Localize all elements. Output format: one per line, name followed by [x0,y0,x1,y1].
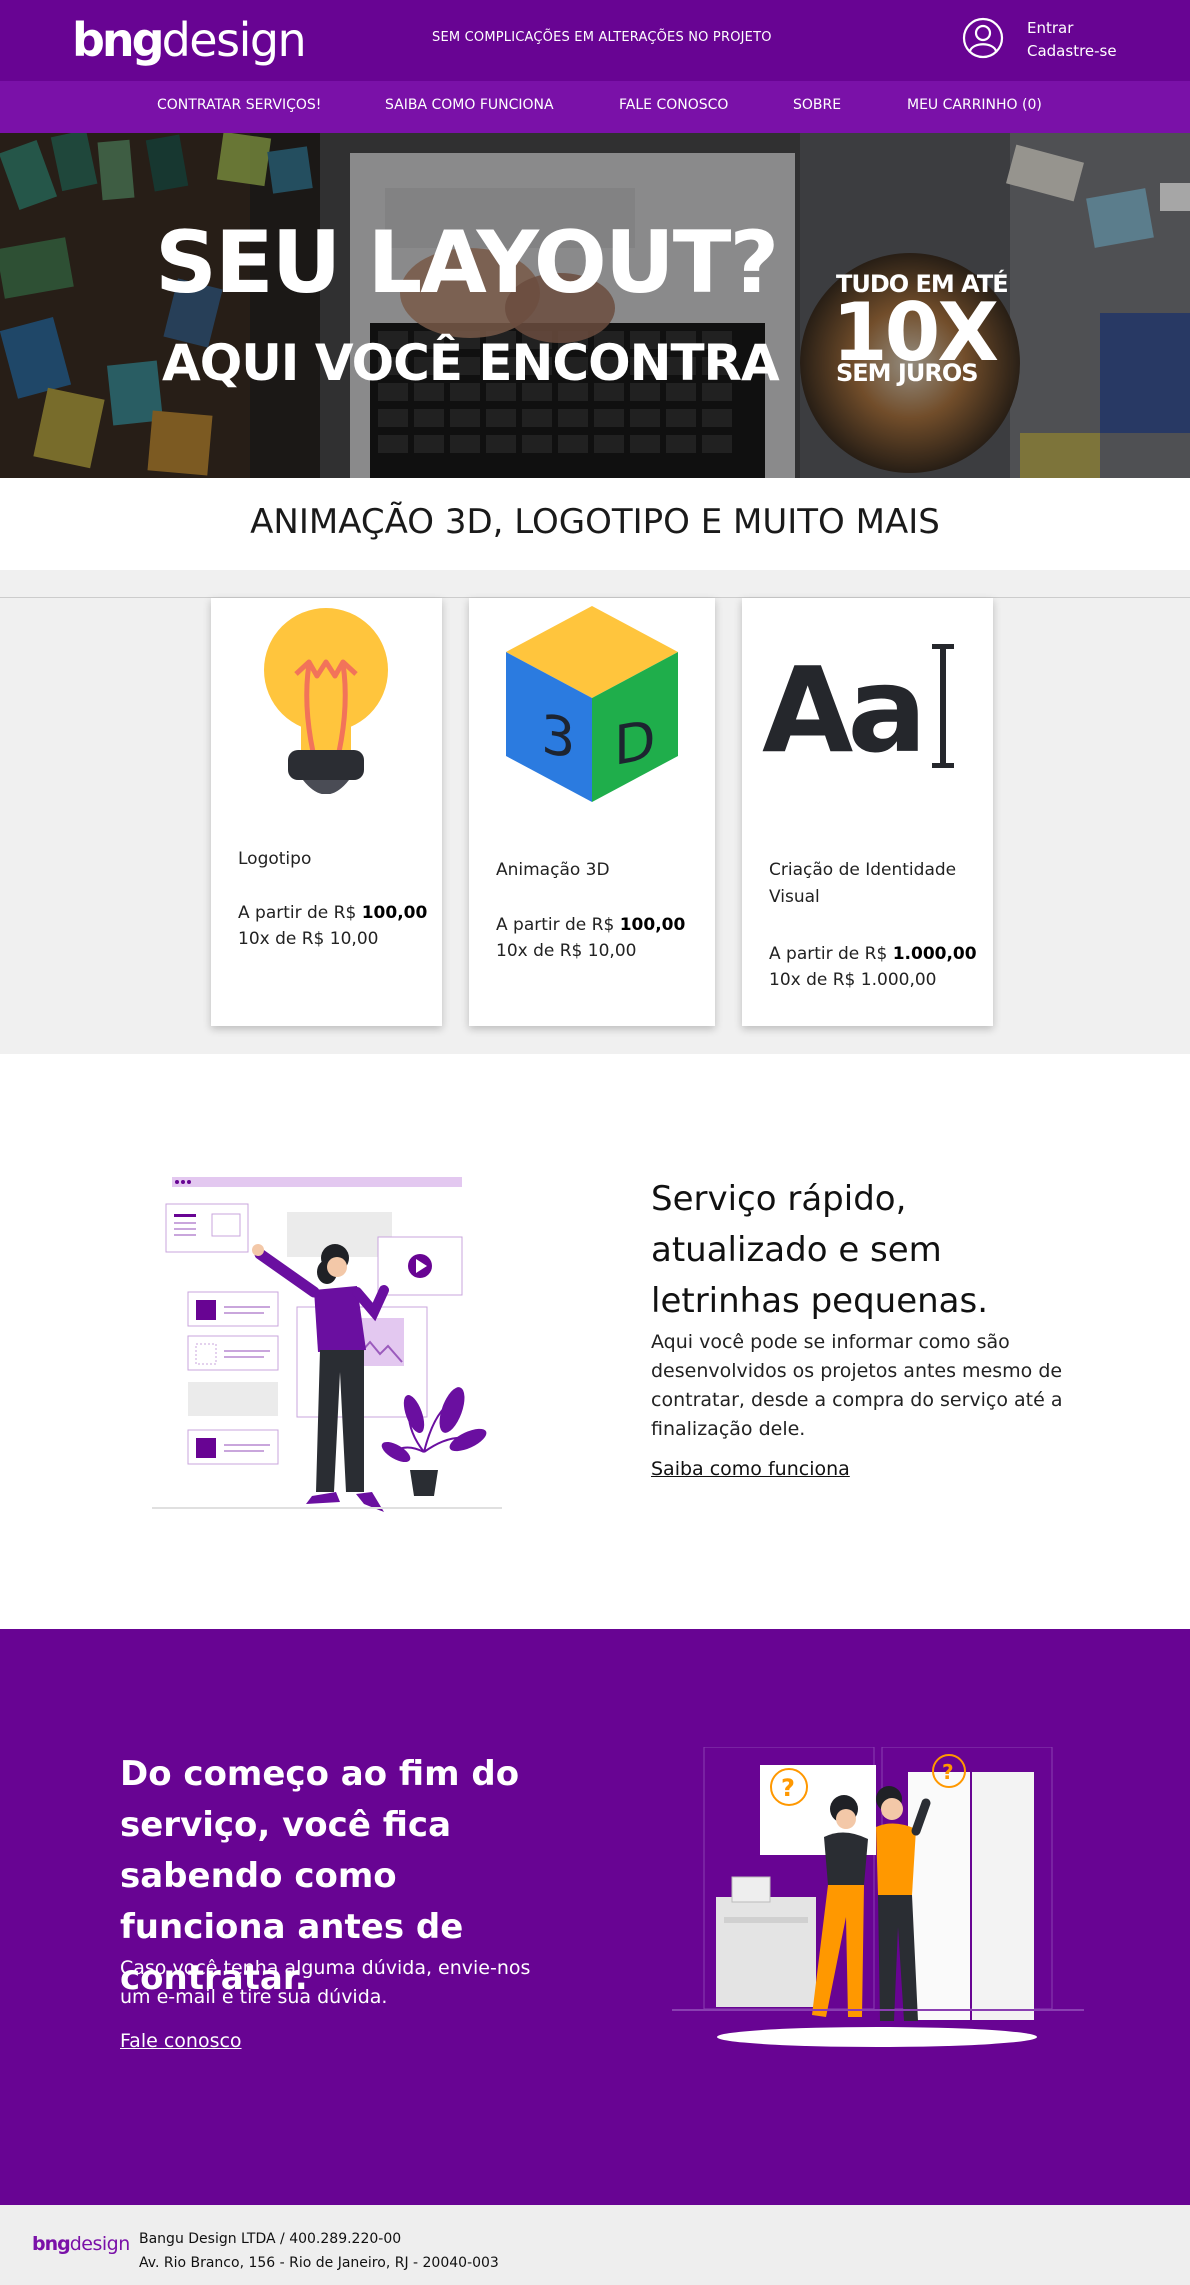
price-prefix: A partir de R$ [769,944,893,964]
logo-light-text: design [161,13,307,67]
brand-logo[interactable]: bngdesign [72,10,307,70]
services-section: Logotipo A partir de R$ 100,00 10x de R$… [0,570,1190,1054]
footer-company-name: Bangu Design LTDA / 400.289.220-00 [139,2231,402,2247]
fale-conosco-link[interactable]: Fale conosco [120,2030,242,2052]
service-title: Logotipo [238,849,312,869]
account-links: Entrar Cadastre-se [1027,17,1117,63]
service-installments: 10x de R$ 1.000,00 [769,970,937,990]
feature-description: Caso você tenha alguma dúvida, envie-nos… [120,1957,531,2008]
feature-section-fast-service: Serviço rápido, atualizado e sem letrinh… [0,1054,1190,1629]
saiba-como-funciona-link[interactable]: Saiba como funciona [651,1458,850,1480]
lightbulb-icon [264,608,388,794]
service-card-identidade-visual[interactable]: Aa Criação de Identidade Visual A partir… [742,598,993,1026]
service-installments: 10x de R$ 10,00 [496,941,637,961]
question-mark-right: ? [942,1760,954,1784]
service-title: Animação 3D [496,860,610,880]
footer-logo[interactable]: bngdesign [32,2233,130,2255]
cube-3d-icon: 3 D [506,606,678,802]
question-mark-left: ? [781,1774,795,1802]
nav-item-contratar-servicos[interactable]: CONTRATAR SERVIÇOS! [157,97,321,113]
promo-bottom-text: SEM JUROS [836,359,979,387]
services-heading: ANIMAÇÃO 3D, LOGOTIPO E MUITO MAIS [250,502,940,542]
top-header: bngdesign SEM COMPLICAÇÕES EM ALTERAÇÕES… [0,0,1190,81]
hero-subheadline: AQUI VOCÊ ENCONTRA [162,334,780,392]
price-value: 100,00 [361,903,428,923]
service-price: A partir de R$ 1.000,00 [769,941,977,967]
service-card-animacao-3d[interactable]: 3 D Animação 3D A partir de R$ 100,00 10… [469,598,715,1026]
price-value: 1.000,00 [892,944,977,964]
services-heading-band: ANIMAÇÃO 3D, LOGOTIPO E MUITO MAIS [0,478,1190,570]
signup-link[interactable]: Cadastre-se [1027,40,1117,63]
typography-icon: Aa [762,641,954,776]
couple-questions-illustration: ? ? [672,1747,1084,2047]
logo-bold-text: bng [72,13,165,67]
feature-title: Serviço rápido, atualizado e sem letrinh… [651,1179,989,1321]
feature-description: Aqui você pode se informar como são dese… [651,1331,1063,1440]
service-title: Criação de Identidade Visual [769,860,957,907]
footer-company-info: Bangu Design LTDA / 400.289.220-00 Av. R… [139,2227,499,2275]
user-account-icon[interactable] [962,17,1004,59]
nav-item-fale-conosco[interactable]: FALE CONOSCO [619,97,728,113]
login-link[interactable]: Entrar [1027,17,1117,40]
price-prefix: A partir de R$ [238,903,362,923]
service-price: A partir de R$ 100,00 [238,900,427,926]
presentation-illustration [152,1177,502,1512]
type-glyph-text: Aa [762,641,921,776]
site-footer: bngdesign Bangu Design LTDA / 400.289.22… [0,2205,1190,2285]
price-value: 100,00 [619,915,686,935]
footer-address: Av. Rio Branco, 156 - Rio de Janeiro, RJ… [139,2255,499,2271]
hero-banner: SEU LAYOUT? AQUI VOCÊ ENCONTRA TUDO EM A… [0,133,1190,478]
footer-logo-bold: bng [32,2233,71,2255]
nav-item-meu-carrinho[interactable]: MEU CARRINHO (0) [907,97,1042,113]
service-installments: 10x de R$ 10,00 [238,929,379,949]
footer-logo-light: design [69,2233,131,2255]
cube-letter-d: D [614,707,656,778]
nav-item-sobre[interactable]: SOBRE [793,97,841,113]
service-price: A partir de R$ 100,00 [496,912,685,938]
main-nav: CONTRATAR SERVIÇOS! SAIBA COMO FUNCIONA … [0,81,1190,133]
hero-headline: SEU LAYOUT? [155,213,779,313]
nav-item-saiba-como-funciona[interactable]: SAIBA COMO FUNCIONA [385,97,554,113]
price-prefix: A partir de R$ [496,915,620,935]
cube-letter-3: 3 [541,702,575,772]
header-tagline: SEM COMPLICAÇÕES EM ALTERAÇÕES NO PROJET… [432,30,772,45]
feature-section-how-it-works: Do começo ao fim do serviço, você fica s… [0,1629,1190,2205]
service-card-logotipo[interactable]: Logotipo A partir de R$ 100,00 10x de R$… [211,598,442,1026]
